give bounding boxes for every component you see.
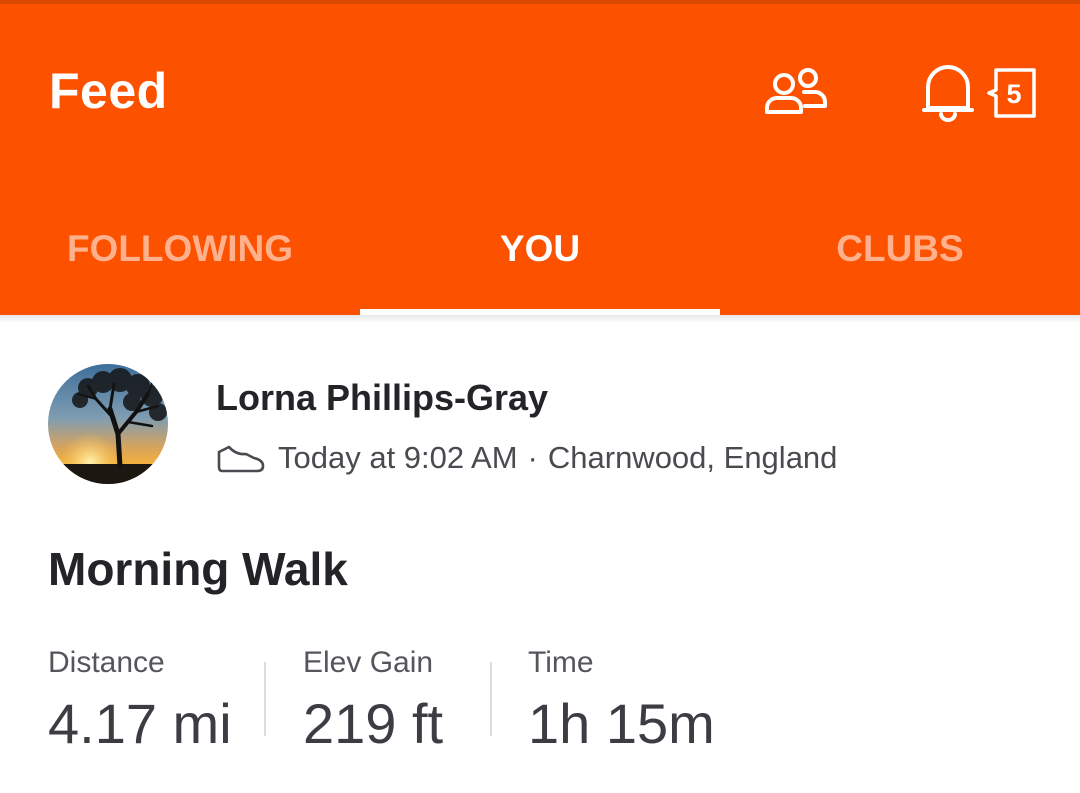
stat-elev-gain: Elev Gain 219 ft [303,644,443,756]
stat-label: Distance [48,646,165,679]
stat-label: Time [528,646,594,679]
stat-value: 1h 15m [528,692,715,755]
feed-tabs: FOLLOWING YOU CLUBS [0,204,1080,319]
stat-divider [490,662,492,736]
notifications-button[interactable] [915,56,981,128]
stat-time: Time 1h 15m [528,644,715,756]
avatar[interactable] [48,364,168,484]
find-friends-button[interactable] [755,60,837,124]
page-title: Feed [49,63,168,119]
stat-label: Elev Gain [303,646,434,679]
card-divider [0,315,1080,323]
stat-distance: Distance 4.17 mi [48,644,232,756]
app-header: Feed 5 FOLLOWING YOU CLUBS [0,4,1080,315]
meta-separator: · [527,440,538,475]
stat-value: 219 ft [303,692,444,755]
stat-divider [264,662,266,736]
activity-meta: Today at 9:02 AM · Charnwood, England [216,438,837,478]
tab-you[interactable]: YOU [360,204,720,319]
avatar-image [48,364,168,484]
notification-count: 5 [1006,78,1022,109]
people-icon [765,68,827,114]
shoe-icon [217,445,265,473]
activity-timestamp: Today at 9:02 AM [278,440,518,475]
bell-icon [922,65,974,122]
athlete-name[interactable]: Lorna Phillips-Gray [216,377,548,419]
activity-location: Charnwood, England [547,440,838,475]
tab-following[interactable]: FOLLOWING [0,204,360,319]
activity-title[interactable]: Morning Walk [48,542,348,596]
tab-clubs[interactable]: CLUBS [720,204,1080,319]
stat-value: 4.17 mi [48,692,232,755]
